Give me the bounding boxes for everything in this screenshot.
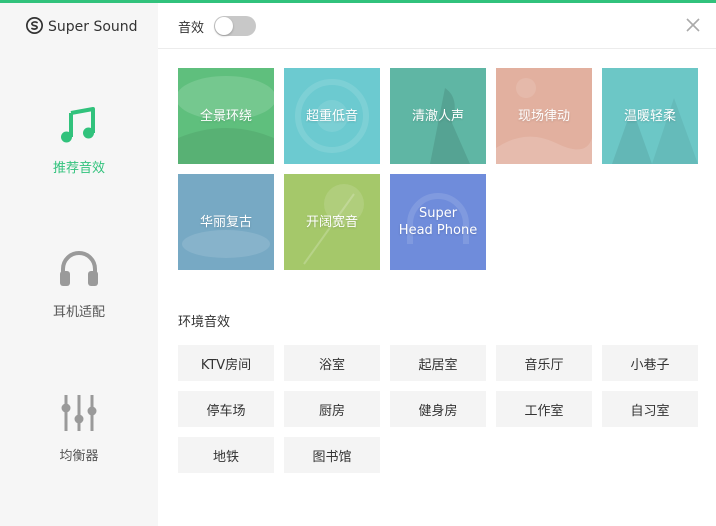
equalizer-icon <box>55 389 103 437</box>
env-button-bathroom[interactable]: 浴室 <box>284 345 380 381</box>
env-button-studio[interactable]: 工作室 <box>496 391 592 427</box>
preset-tile-retro[interactable]: 华丽复古 <box>178 174 274 270</box>
env-button-alley[interactable]: 小巷子 <box>602 345 698 381</box>
super-sound-window: Super Sound 推荐音效 耳机适配 均衡器 音效 全景环绕 超重低音 清… <box>0 0 716 526</box>
close-icon[interactable] <box>684 16 702 34</box>
env-button-subway[interactable]: 地铁 <box>178 437 274 473</box>
preset-tile-super-headphone[interactable]: Super Head Phone <box>390 174 486 270</box>
sidebar-item-headphone-fit[interactable]: 耳机适配 <box>0 245 158 320</box>
preset-label: 温暖轻柔 <box>623 108 676 124</box>
env-button-ktv-room[interactable]: KTV房间 <box>178 345 274 381</box>
preset-label: 全景环绕 <box>199 108 252 124</box>
preset-tile-wide-sound[interactable]: 开阔宽音 <box>284 174 380 270</box>
preset-tile-warm-soft[interactable]: 温暖轻柔 <box>602 68 698 164</box>
env-button-concert-hall[interactable]: 音乐厅 <box>496 345 592 381</box>
env-button-living-room[interactable]: 起居室 <box>390 345 486 381</box>
sound-effect-toggle[interactable] <box>214 16 256 36</box>
preset-label: 现场律动 <box>517 108 570 124</box>
env-button-study-room[interactable]: 自习室 <box>602 391 698 427</box>
preset-label: 超重低音 <box>305 108 358 124</box>
sidebar-item-label: 均衡器 <box>59 449 99 464</box>
music-note-icon <box>55 101 103 149</box>
env-button-library[interactable]: 图书馆 <box>284 437 380 473</box>
sidebar-item-label: 推荐音效 <box>52 161 105 176</box>
header-bar: 音效 <box>158 3 716 49</box>
sidebar-item-equalizer[interactable]: 均衡器 <box>0 389 158 464</box>
sound-effect-label: 音效 <box>178 21 205 36</box>
preset-label: 开阔宽音 <box>305 214 358 230</box>
preset-label: 清澈人声 <box>411 108 464 124</box>
app-name: Super Sound <box>48 19 138 35</box>
preset-label: 华丽复古 <box>199 214 252 230</box>
preset-tile-clear-vocals[interactable]: 清澈人声 <box>390 68 486 164</box>
super-sound-logo-icon <box>26 16 43 38</box>
preset-tile-panoramic[interactable]: 全景环绕 <box>178 68 274 164</box>
headphone-icon <box>55 245 103 293</box>
brand: Super Sound <box>26 16 138 38</box>
sidebar-item-recommended-effects[interactable]: 推荐音效 <box>0 101 158 176</box>
sidebar-item-label: 耳机适配 <box>52 305 105 320</box>
env-button-parking-lot[interactable]: 停车场 <box>178 391 274 427</box>
sidebar: Super Sound 推荐音效 耳机适配 均衡器 <box>0 3 158 526</box>
preset-label: Super Head Phone <box>398 206 478 238</box>
preset-tile-live-groove[interactable]: 现场律动 <box>496 68 592 164</box>
env-button-kitchen[interactable]: 厨房 <box>284 391 380 427</box>
toggle-knob <box>215 17 233 35</box>
env-button-gym[interactable]: 健身房 <box>390 391 486 427</box>
preset-tile-super-bass[interactable]: 超重低音 <box>284 68 380 164</box>
environment-section-title: 环境音效 <box>178 315 231 330</box>
